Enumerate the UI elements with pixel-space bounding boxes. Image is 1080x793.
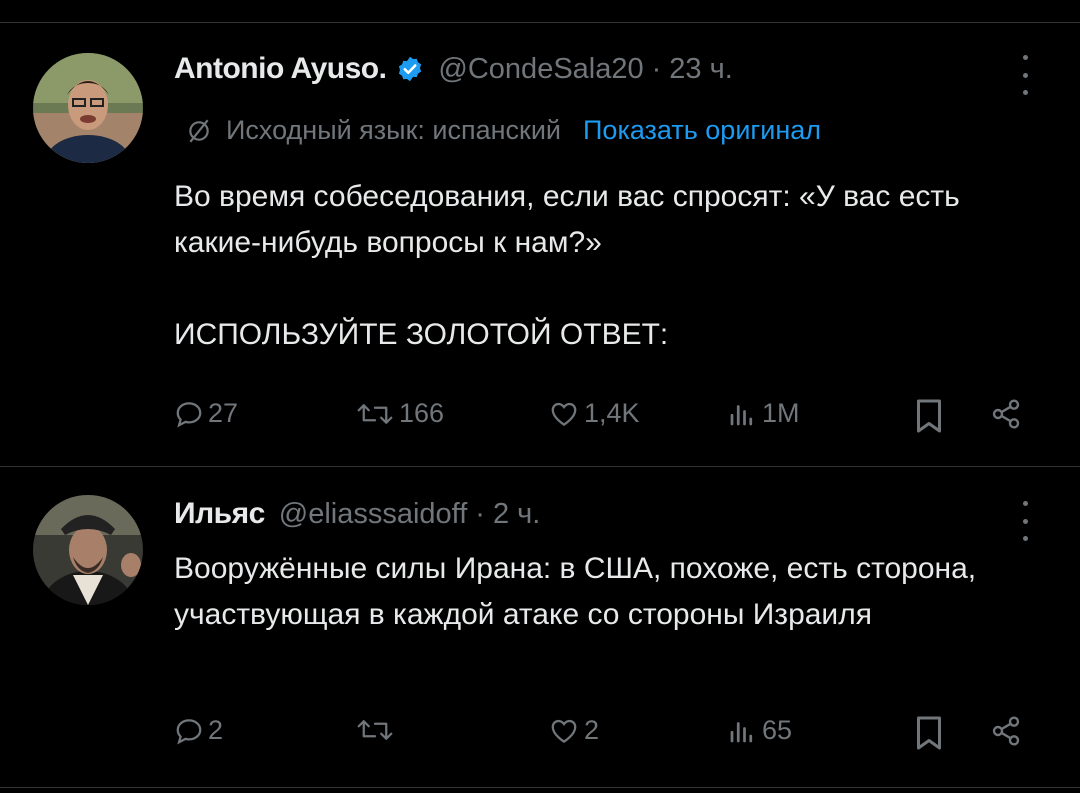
- avatar[interactable]: [33, 495, 143, 605]
- bottom-divider: [0, 787, 1080, 788]
- tweet-text: Вооружённые силы Ирана: в США, похоже, е…: [174, 552, 977, 631]
- heart-icon: [551, 719, 577, 743]
- like-count: 1,4K: [584, 398, 640, 428]
- author-handle[interactable]: @eliasssaidoff: [279, 498, 468, 531]
- show-original-link[interactable]: Показать оригинал: [583, 115, 821, 146]
- author-name[interactable]: Antonio Ayuso.: [174, 52, 387, 86]
- heart-icon: [551, 402, 577, 426]
- bookmark-button[interactable]: [914, 398, 944, 434]
- globe-slash-icon: [189, 118, 209, 143]
- separator-dot: ·: [475, 497, 485, 530]
- repost-icon: [357, 720, 393, 740]
- more-options-icon[interactable]: [1010, 501, 1040, 541]
- like-button[interactable]: 2: [548, 715, 599, 746]
- like-button[interactable]: 1,4K: [548, 398, 640, 429]
- tweet-text-paragraph: ИСПОЛЬЗУЙТЕ ЗОЛОТОЙ ОТВЕТ:: [174, 318, 669, 351]
- share-icon: [992, 399, 1020, 429]
- separator-dot: ·: [651, 52, 662, 85]
- share-button[interactable]: [988, 398, 1024, 430]
- repost-icon: [357, 403, 393, 424]
- reply-icon: [176, 401, 202, 427]
- avatar[interactable]: [33, 53, 143, 163]
- bookmark-icon: [917, 716, 941, 750]
- views-bar-chart-icon: [730, 404, 753, 425]
- action-bar: 27 166 1,4K 1M: [0, 398, 1080, 438]
- reply-count: 2: [208, 715, 224, 745]
- timestamp[interactable]: 23 ч.: [669, 53, 732, 86]
- author-name[interactable]: Ильяс: [174, 497, 265, 531]
- share-button[interactable]: [988, 715, 1024, 747]
- reply-button[interactable]: 27: [174, 398, 238, 429]
- share-icon: [992, 716, 1020, 746]
- views-bar-chart-icon: [730, 721, 753, 742]
- reply-button[interactable]: 2: [174, 715, 223, 746]
- views-count: 65: [762, 715, 793, 745]
- tweet-header: Antonio Ayuso. @CondeSala20 · 23 ч.: [174, 52, 733, 86]
- translation-bar: Исходный язык: испанский Показать оригин…: [186, 115, 821, 146]
- reply-count: 27: [208, 398, 239, 428]
- tweet[interactable]: Antonio Ayuso. @CondeSala20 · 23 ч. Исхо…: [0, 0, 1080, 466]
- views-count: 1M: [762, 398, 800, 428]
- author-handle[interactable]: @CondeSala20: [438, 53, 643, 86]
- like-count: 2: [584, 715, 600, 745]
- more-options-icon[interactable]: [1010, 55, 1040, 95]
- views-button[interactable]: 1M: [726, 398, 800, 429]
- tweet-header: Ильяс @eliasssaidoff · 2 ч.: [174, 497, 540, 531]
- translation-label: Исходный язык: испанский: [226, 115, 562, 145]
- bookmark-icon: [917, 399, 941, 433]
- bookmark-button[interactable]: [914, 715, 944, 751]
- repost-button[interactable]: 166: [355, 398, 444, 429]
- tweet[interactable]: Ильяс @eliasssaidoff · 2 ч. Вооружённые …: [0, 467, 1080, 787]
- tweet-text: Во время собеседования, если вас спросят…: [174, 180, 960, 259]
- repost-button[interactable]: [355, 715, 399, 745]
- action-bar: 2 2 65: [0, 715, 1080, 755]
- reply-icon: [176, 718, 202, 744]
- timestamp[interactable]: 2 ч.: [493, 498, 540, 531]
- verified-badge-icon: [396, 55, 424, 83]
- views-button[interactable]: 65: [726, 715, 792, 746]
- repost-count: 166: [399, 398, 445, 428]
